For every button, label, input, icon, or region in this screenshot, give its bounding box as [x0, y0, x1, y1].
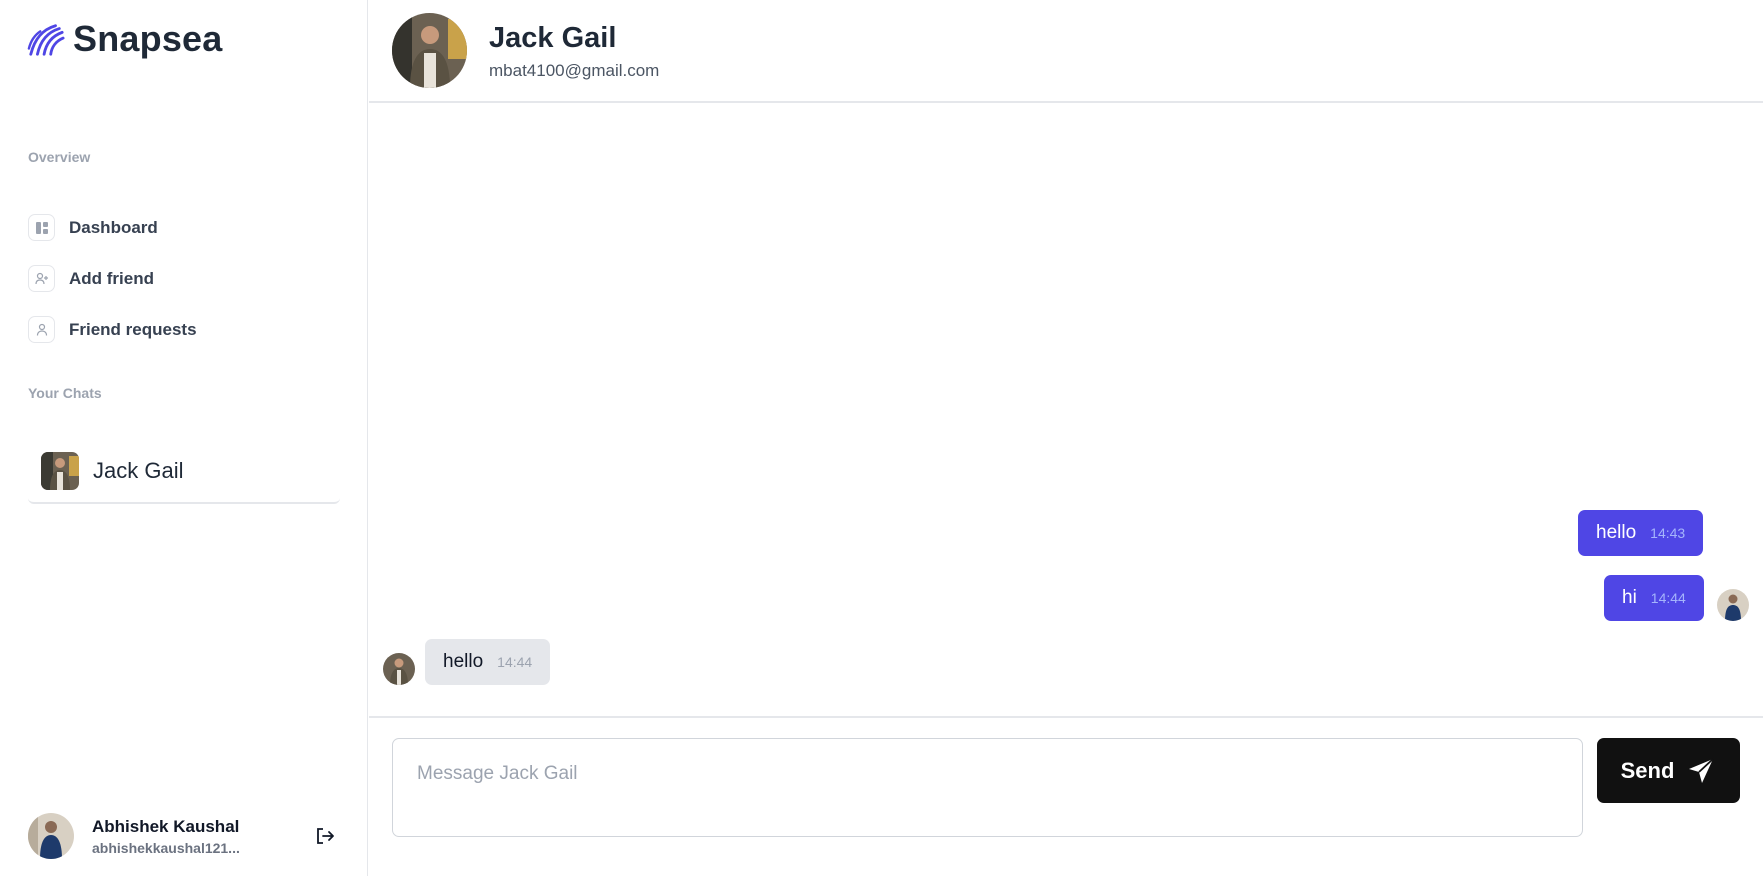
message-input[interactable] [392, 738, 1583, 837]
dashboard-icon [28, 214, 55, 241]
sidebar-item-add-friend[interactable]: Add friend [28, 253, 338, 304]
send-button-label: Send [1620, 757, 1675, 783]
sidebar-item-label: Dashboard [69, 217, 158, 237]
snapsea-logo-icon [27, 24, 65, 56]
brand-name: Snapsea [73, 18, 223, 59]
sidebar-item-dashboard[interactable]: Dashboard [28, 202, 338, 253]
avatar [383, 653, 415, 685]
sidebar-item-label: Add friend [69, 268, 154, 288]
message-time: 14:44 [497, 654, 533, 670]
current-user-card: Abhishek Kaushal abhishekkaushal121... [28, 812, 340, 860]
paper-plane-icon [1689, 757, 1715, 783]
message-bubble-sent: hi 14:44 [1604, 575, 1704, 621]
chat-panel: Jack Gail mbat4100@gmail.com hello 14:43… [369, 0, 1763, 876]
message-text: hi [1622, 587, 1637, 608]
current-user-info: Abhishek Kaushal abhishekkaushal121... [92, 817, 240, 856]
current-user-email: abhishekkaushal121... [92, 839, 240, 856]
message-list: hello 14:43 hi 14:44 hello 14:44 [369, 103, 1763, 716]
chat-list-item[interactable]: Jack Gail [28, 440, 340, 504]
sidebar-item-friend-requests[interactable]: Friend requests [28, 304, 338, 355]
sidebar-nav: Dashboard Add friend Friend requests [28, 202, 338, 355]
chat-header: Jack Gail mbat4100@gmail.com [369, 0, 1763, 103]
user-plus-icon [28, 265, 55, 292]
your-chats-label: Your Chats [28, 385, 102, 401]
chat-list-name: Jack Gail [93, 458, 184, 483]
message-time: 14:43 [1650, 525, 1686, 541]
send-button[interactable]: Send [1597, 738, 1740, 803]
message-text: hello [443, 651, 484, 672]
message-time: 14:44 [1650, 590, 1686, 606]
sidebar-item-label: Friend requests [69, 319, 197, 339]
message-bubble-sent: hello 14:43 [1578, 510, 1704, 556]
message-bubble-received: hello 14:44 [425, 639, 551, 685]
sidebar: Snapsea Overview Dashboard Add friend Fr… [0, 0, 368, 876]
message-composer: Send [369, 716, 1763, 876]
avatar [28, 813, 74, 859]
chat-avatar [41, 452, 79, 490]
partner-avatar [392, 13, 467, 88]
avatar [1717, 589, 1749, 621]
logout-icon[interactable] [314, 825, 336, 847]
current-user-name: Abhishek Kaushal [92, 816, 240, 836]
overview-label: Overview [28, 149, 91, 165]
message-text: hello [1596, 522, 1637, 543]
brand[interactable]: Snapsea [27, 18, 222, 60]
partner-email: mbat4100@gmail.com [489, 61, 660, 80]
partner-name: Jack Gail [489, 22, 617, 54]
user-icon [28, 316, 55, 343]
